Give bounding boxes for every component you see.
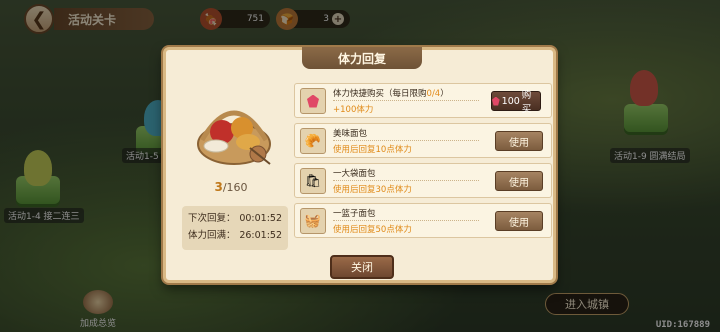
timer-box: 下次回复： 00:01:52 体力回满： 26:01:52 — [182, 206, 288, 250]
item-name: 一大袋面包 — [333, 169, 376, 179]
use-button[interactable]: 使用 — [495, 131, 543, 151]
list-item: 🧺 一篮子面包 使用后回复50点体力 使用 — [294, 203, 552, 238]
use-label: 使用 — [509, 217, 529, 229]
use-label: 使用 — [509, 177, 529, 189]
use-label: 使用 — [509, 137, 529, 149]
dialog-title: 体力回复 — [302, 47, 422, 69]
stamina-recovery-dialog: 体力回复 3/160 下次回复： 00:01:52 体力回满： 26:01:52 — [163, 47, 556, 283]
gem-icon — [492, 96, 500, 106]
stamina-panel: 3/160 下次回复： 00:01:52 体力回满： 26:01:52 — [176, 76, 288, 251]
recovery-item-list: 体力快捷购买（每日限购0/4） +100体力 100 购买 🥐 美味面包 使用后… — [294, 83, 552, 243]
item-description: +100体力 — [333, 105, 374, 115]
bread-basket-icon — [197, 110, 271, 165]
price: 100 — [501, 95, 520, 107]
item-name-text: 体力快捷购买 — [333, 89, 385, 99]
full-recovery-row: 体力回满： 26:01:52 — [188, 227, 282, 244]
item-name: 美味面包 — [333, 129, 368, 139]
bread-basket-icon: 🧺 — [300, 208, 326, 234]
item-description: 使用后回复30点体力 — [333, 185, 412, 195]
item-description: 使用后回复50点体力 — [333, 225, 412, 235]
purchase-limit-used: 0/4 — [426, 89, 441, 99]
close-button[interactable]: 关闭 — [330, 255, 394, 279]
buy-button[interactable]: 100 购买 — [491, 90, 541, 115]
close-label: 关闭 — [351, 261, 373, 274]
stamina-current: 3 — [214, 180, 223, 194]
gem-icon — [300, 88, 326, 114]
stamina-max: /160 — [222, 181, 248, 194]
divider — [333, 140, 479, 141]
bread-icon: 🥐 — [300, 128, 326, 154]
purchase-limit-suffix: ） — [440, 89, 449, 99]
list-item: 🥐 美味面包 使用后回复10点体力 使用 — [294, 123, 552, 158]
item-description: 使用后回复10点体力 — [333, 145, 412, 155]
stamina-count: 3/160 — [176, 180, 286, 194]
timer-value: 26:01:52 — [239, 230, 282, 241]
list-item: 🛍 一大袋面包 使用后回复30点体力 使用 — [294, 163, 552, 198]
item-name: 体力快捷购买（每日限购0/4） — [333, 87, 449, 99]
timer-label: 下次回复： — [188, 213, 236, 224]
timer-value: 00:01:52 — [239, 213, 282, 224]
item-name: 一篮子面包 — [333, 209, 376, 219]
divider — [333, 100, 479, 101]
timer-label: 体力回满： — [188, 230, 236, 241]
divider — [333, 180, 479, 181]
divider — [333, 220, 479, 221]
use-button[interactable]: 使用 — [495, 211, 543, 231]
use-button[interactable]: 使用 — [495, 171, 543, 191]
next-recovery-row: 下次回复： 00:01:52 — [188, 210, 282, 227]
purchase-limit-prefix: （每日限购 — [384, 89, 427, 99]
bread-bag-icon: 🛍 — [300, 168, 326, 194]
buy-label: 购买 — [521, 90, 532, 115]
list-item: 体力快捷购买（每日限购0/4） +100体力 100 购买 — [294, 83, 552, 118]
